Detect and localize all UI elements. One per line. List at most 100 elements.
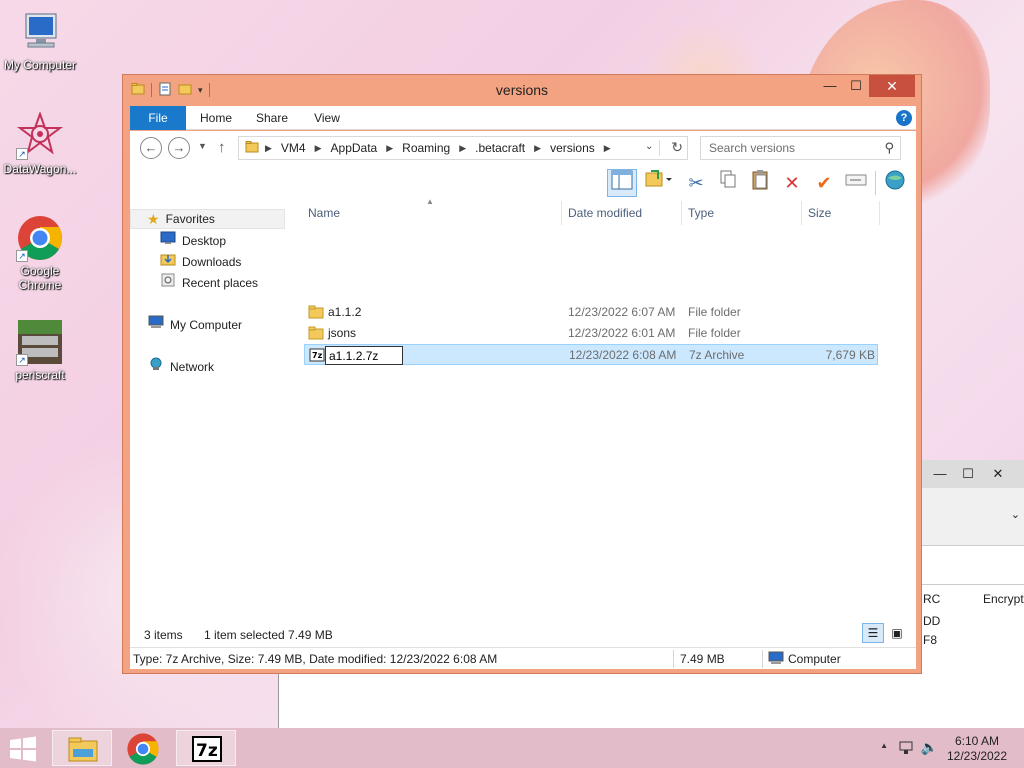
desktop-icon-label: DataWagon... [3,162,77,176]
rename-input[interactable] [325,346,403,365]
help-button[interactable]: ? [896,110,912,126]
chevron-right-icon[interactable]: ▶ [459,143,466,154]
breadcrumb-item[interactable]: .betacraft [475,141,525,155]
paste-icon[interactable] [745,169,775,197]
clock[interactable]: 6:10 AM 12/23/2022 [942,734,1012,764]
preview-pane-button[interactable] [607,169,637,197]
back-button[interactable]: ← [140,137,162,159]
sidebar-item-network[interactable]: Network [148,357,214,377]
maximize-button[interactable]: ☐ [843,75,869,97]
refresh-icon[interactable]: ↻ [671,139,683,156]
file-type: File folder [688,326,741,340]
details-view-icon[interactable]: ☰ [862,623,884,643]
checkmark-icon[interactable]: ✔ [809,169,839,197]
clock-time: 6:10 AM [954,734,1000,748]
sidebar-item-label: Recent places [182,276,259,290]
sidebar-item-my-computer[interactable]: My Computer [148,315,242,335]
svg-text:7z: 7z [196,741,218,761]
explorer-window[interactable]: ▾ versions — ☐ ✕ File Home Share View ? … [122,74,922,674]
tab-home[interactable]: Home [192,106,240,130]
up-button[interactable]: ↑ [218,139,226,156]
file-name: jsons [328,326,357,340]
large-icons-view-icon[interactable]: ▣ [886,623,908,643]
minimize-button[interactable]: — [817,75,843,97]
breadcrumb-item[interactable]: Roaming [402,141,450,155]
sidebar-item-label: Downloads [182,255,242,269]
start-button[interactable] [8,736,38,762]
chevron-right-icon[interactable]: ▶ [265,143,272,154]
tab-share[interactable]: Share [248,106,296,130]
column-header-type[interactable]: Type [682,201,802,225]
address-bar[interactable]: ▶ VM4 ▶ AppData ▶ Roaming ▶ .betacraft ▶… [238,136,688,160]
close-button[interactable]: ✕ [869,75,915,97]
desktop-icon-periscraft[interactable]: ↗ periscraft [0,318,80,382]
column-headers: ▲ Name Date modified Type Size [302,197,914,225]
column-header: Encrypte [983,592,1024,606]
address-controls: ⌄ ↻ [639,137,687,159]
sidebar-item-favorites[interactable]: ★ Favorites [130,209,285,229]
copy-icon[interactable] [713,169,743,197]
desktop-icon-datawagon[interactable]: ↗ DataWagon... [0,111,80,176]
svg-text:7z: 7z [312,351,323,360]
column-header-date[interactable]: Date modified [562,201,682,225]
close-button[interactable]: ✕ [983,464,1013,484]
search-input[interactable] [701,137,876,159]
file-type: 7z Archive [689,348,745,362]
file-row[interactable]: jsons 12/23/2022 6:01 AM File folder [304,323,878,344]
taskbar-file-explorer[interactable] [52,730,112,766]
desktop-icon-my-computer[interactable]: My Computer [0,8,80,72]
divider [673,650,674,668]
details-info: Type: 7z Archive, Size: 7.49 MB, Date mo… [133,652,498,666]
forward-button[interactable]: → [168,137,190,159]
sidebar-item-downloads[interactable]: Downloads [160,252,241,272]
network-icon[interactable] [898,740,914,759]
organize-icon[interactable] [639,169,679,197]
chevron-down-icon[interactable]: ⌄ [1011,508,1020,521]
breadcrumb-item[interactable]: AppData [331,141,378,155]
globe-icon[interactable] [880,169,910,197]
tab-file[interactable]: File [130,106,186,130]
chrome-icon [127,733,159,765]
recent-locations-dropdown[interactable]: ▼ [198,141,207,151]
desktop-icon-label: periscraft [15,368,65,382]
chevron-right-icon[interactable]: ▶ [386,143,393,154]
desktop-icon [160,231,176,251]
chevron-right-icon[interactable]: ▶ [534,143,541,154]
background-window-titlebar[interactable]: — ☐ ✕ [919,460,1024,488]
file-row-selected[interactable]: 7z 12/23/2022 6:08 AM 7z Archive 7,679 K… [304,344,878,365]
clock-date: 12/23/2022 [946,749,1008,763]
delete-icon[interactable]: ✕ [777,169,807,197]
details-bar: Type: 7z Archive, Size: 7.49 MB, Date mo… [130,647,916,669]
breadcrumb-item[interactable]: VM4 [281,141,306,155]
show-hidden-icons-button[interactable]: ▲ [880,741,888,750]
betacraft-icon: ↗ [16,318,64,366]
computer-icon [148,315,164,335]
taskbar-chrome[interactable] [114,730,174,766]
divider [921,584,1024,585]
file-row[interactable]: a1.1.2 12/23/2022 6:07 AM File folder [304,302,878,323]
search-icon[interactable]: ⚲ [884,140,894,156]
cut-icon[interactable]: ✂ [681,169,711,197]
search-box[interactable]: ⚲ [700,136,901,160]
chevron-right-icon[interactable]: ▶ [604,143,611,154]
chevron-right-icon[interactable]: ▶ [315,143,322,154]
sidebar-item-recent-places[interactable]: Recent places [160,273,258,293]
tab-view[interactable]: View [304,106,350,130]
folder-icon [308,305,324,319]
minimize-button[interactable]: — [925,464,955,484]
sidebar-item-desktop[interactable]: Desktop [160,231,226,251]
breadcrumb-item[interactable]: versions [550,141,595,155]
window-titlebar[interactable]: ▾ versions — ☐ ✕ [123,75,921,105]
chevron-down-icon[interactable]: ⌄ [645,141,653,152]
network-icon [148,357,164,377]
taskbar-7zip[interactable]: 7z [176,730,236,766]
rename-icon[interactable] [841,169,871,197]
column-header-size[interactable]: Size [802,201,880,225]
file-size [808,302,874,323]
details-size: 7.49 MB [680,652,725,666]
maximize-button[interactable]: ☐ [953,464,983,484]
7zip-icon: 7z [192,736,222,762]
volume-icon[interactable]: 🔈 [921,739,938,756]
column-header-name[interactable]: Name [302,201,562,225]
desktop-icon-chrome[interactable]: ↗ Google Chrome [0,214,80,292]
